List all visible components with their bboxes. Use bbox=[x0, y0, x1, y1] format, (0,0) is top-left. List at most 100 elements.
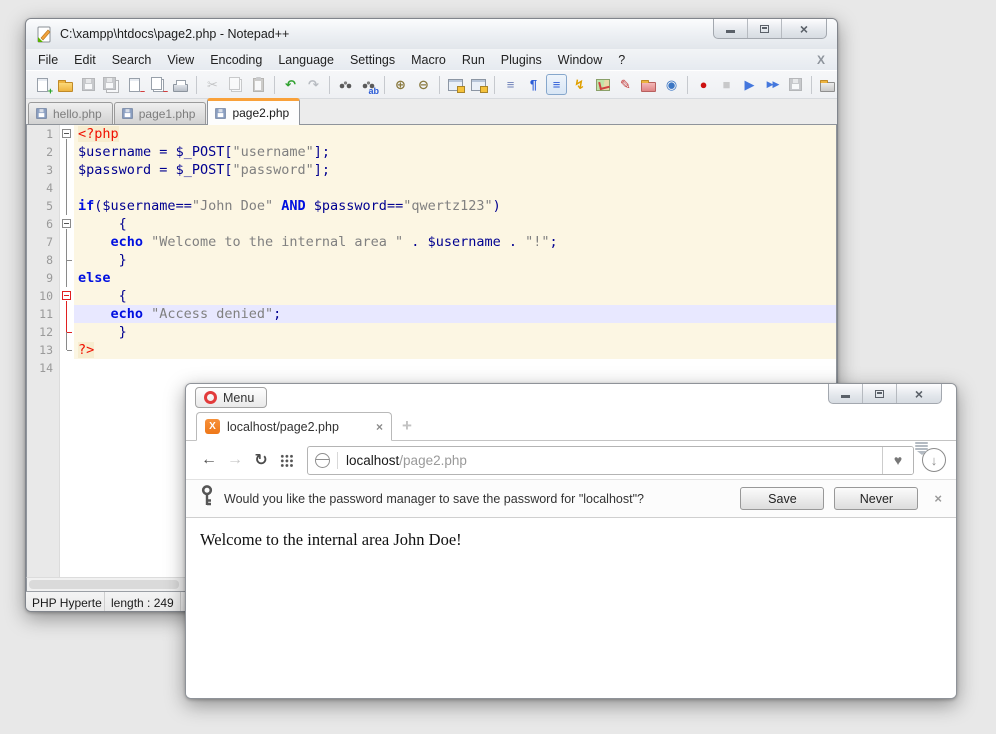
show-all-characters-button[interactable]: ¶ bbox=[523, 74, 544, 95]
macro-save-button[interactable] bbox=[785, 74, 806, 95]
code-line-12[interactable]: 12 } bbox=[27, 323, 836, 341]
fold-marker[interactable] bbox=[60, 287, 74, 305]
document-map-button[interactable] bbox=[592, 74, 613, 95]
macro-play-button[interactable]: ▶ bbox=[739, 74, 760, 95]
macro-record-icon: ● bbox=[700, 78, 708, 91]
menu-encoding[interactable]: Encoding bbox=[202, 51, 270, 69]
site-globe-icon[interactable] bbox=[315, 453, 330, 468]
code-line-10[interactable]: 10 { bbox=[27, 287, 836, 305]
open-in-browser-button[interactable] bbox=[817, 74, 838, 95]
new-file-button[interactable]: + bbox=[32, 74, 53, 95]
open-file-button[interactable] bbox=[55, 74, 76, 95]
folder-as-workspace-button[interactable] bbox=[638, 74, 659, 95]
indent-guide-button[interactable]: ≡ bbox=[546, 74, 567, 95]
print-button[interactable] bbox=[170, 74, 191, 95]
fold-collapse-icon[interactable] bbox=[62, 129, 71, 138]
code-line-6[interactable]: 6 { bbox=[27, 215, 836, 233]
code-line-11[interactable]: 11 echo "Access denied"; bbox=[27, 305, 836, 323]
document-tab-page1.php[interactable]: page1.php bbox=[114, 102, 207, 124]
sync-horizontal-scrolling-button[interactable] bbox=[468, 74, 489, 95]
status-length: length : 249 bbox=[105, 592, 181, 612]
never-button[interactable]: Never bbox=[834, 487, 918, 510]
copy-button[interactable] bbox=[225, 74, 246, 95]
code-line-7[interactable]: 7 echo "Welcome to the internal area " .… bbox=[27, 233, 836, 251]
macro-run-multiple-button[interactable]: ▶▶ bbox=[762, 74, 783, 95]
closed-tabs-icon[interactable] bbox=[915, 442, 928, 455]
scrollbar-thumb[interactable] bbox=[29, 580, 179, 589]
document-switcher-button[interactable]: ✎ bbox=[615, 74, 636, 95]
save-button[interactable]: Save bbox=[740, 487, 824, 510]
fold-collapse-icon[interactable] bbox=[62, 219, 71, 228]
code-line-9[interactable]: 9else bbox=[27, 269, 836, 287]
paste-button[interactable] bbox=[248, 74, 269, 95]
fold-marker[interactable] bbox=[60, 125, 74, 143]
browser-tab[interactable]: X localhost/page2.php × bbox=[196, 412, 392, 441]
menu-settings[interactable]: Settings bbox=[342, 51, 403, 69]
menu-language[interactable]: Language bbox=[270, 51, 342, 69]
word-wrap-button[interactable]: ≡ bbox=[500, 74, 521, 95]
code-line-8[interactable]: 8 } bbox=[27, 251, 836, 269]
zoom-out-button[interactable]: ⊖ bbox=[413, 74, 434, 95]
sync-vertical-scrolling-button[interactable] bbox=[445, 74, 466, 95]
back-button[interactable]: ← bbox=[196, 451, 222, 469]
menubar-close-icon[interactable]: X bbox=[817, 53, 825, 67]
maximize-icon bbox=[875, 390, 884, 398]
monitoring-button[interactable]: ◉ bbox=[661, 74, 682, 95]
zoom-in-button[interactable]: ⊕ bbox=[390, 74, 411, 95]
document-tab-hello.php[interactable]: hello.php bbox=[28, 102, 113, 124]
menu-help[interactable]: ? bbox=[610, 51, 633, 69]
bookmark-heart-button[interactable]: ♥ bbox=[882, 447, 913, 474]
save-file-button[interactable] bbox=[78, 74, 99, 95]
code-line-3[interactable]: 3$password = $_POST["password"]; bbox=[27, 161, 836, 179]
close-file-button[interactable]: – bbox=[124, 74, 145, 95]
cut-icon: ✂ bbox=[207, 78, 218, 91]
menu-window[interactable]: Window bbox=[550, 51, 610, 69]
code-line-13[interactable]: 13?> bbox=[27, 341, 836, 359]
close-button[interactable]: × bbox=[897, 384, 941, 403]
forward-button[interactable]: → bbox=[222, 451, 248, 469]
replace-button[interactable]: ab bbox=[358, 74, 379, 95]
code-line-5[interactable]: 5if($username=="John Doe" AND $password=… bbox=[27, 197, 836, 215]
minimize-button[interactable] bbox=[714, 19, 748, 38]
macro-stop-button[interactable]: ■ bbox=[716, 74, 737, 95]
cut-button[interactable]: ✂ bbox=[202, 74, 223, 95]
address-bar[interactable]: localhost /page2.php ♥ bbox=[307, 446, 914, 475]
menu-macro[interactable]: Macro bbox=[403, 51, 454, 69]
menu-view[interactable]: View bbox=[159, 51, 202, 69]
infobar-close-icon[interactable]: × bbox=[934, 491, 942, 506]
document-tab-page2.php[interactable]: page2.php bbox=[207, 98, 300, 125]
minimize-button[interactable] bbox=[829, 384, 863, 403]
fold-marker[interactable] bbox=[60, 215, 74, 233]
new-tab-button[interactable]: + bbox=[402, 416, 412, 436]
speed-dial-icon[interactable] bbox=[280, 454, 293, 467]
save-all-button[interactable] bbox=[101, 74, 122, 95]
code-line-14[interactable]: 14 bbox=[27, 359, 836, 377]
code-line-2[interactable]: 2$username = $_POST["username"]; bbox=[27, 143, 836, 161]
tab-close-icon[interactable]: × bbox=[376, 420, 383, 434]
fold-collapse-icon[interactable] bbox=[62, 291, 71, 300]
macro-record-button[interactable]: ● bbox=[693, 74, 714, 95]
infobar-message: Would you like the password manager to s… bbox=[224, 492, 730, 506]
close-all-files-button[interactable]: – bbox=[147, 74, 168, 95]
shortcut-mapper-button[interactable]: ↯ bbox=[569, 74, 590, 95]
redo-button[interactable]: ↷ bbox=[303, 74, 324, 95]
tabbar: hello.phppage1.phppage2.php bbox=[26, 99, 837, 125]
opera-menu-button[interactable]: Menu bbox=[195, 387, 267, 408]
find-button[interactable] bbox=[335, 74, 356, 95]
menu-plugins[interactable]: Plugins bbox=[493, 51, 550, 69]
maximize-button[interactable] bbox=[748, 19, 782, 38]
reload-button[interactable]: ↻ bbox=[248, 450, 274, 470]
menu-run[interactable]: Run bbox=[454, 51, 493, 69]
close-button[interactable]: × bbox=[782, 19, 826, 38]
menu-edit[interactable]: Edit bbox=[66, 51, 104, 69]
line-number: 1 bbox=[27, 125, 60, 143]
maximize-button[interactable] bbox=[863, 384, 897, 403]
menu-file[interactable]: File bbox=[30, 51, 66, 69]
code-line-4[interactable]: 4 bbox=[27, 179, 836, 197]
open-file-icon bbox=[58, 82, 73, 92]
menu-search[interactable]: Search bbox=[104, 51, 160, 69]
replace-badge: ab bbox=[368, 87, 379, 96]
undo-button[interactable]: ↶ bbox=[280, 74, 301, 95]
code-line-1[interactable]: 1<?php bbox=[27, 125, 836, 143]
line-number: 9 bbox=[27, 269, 60, 287]
